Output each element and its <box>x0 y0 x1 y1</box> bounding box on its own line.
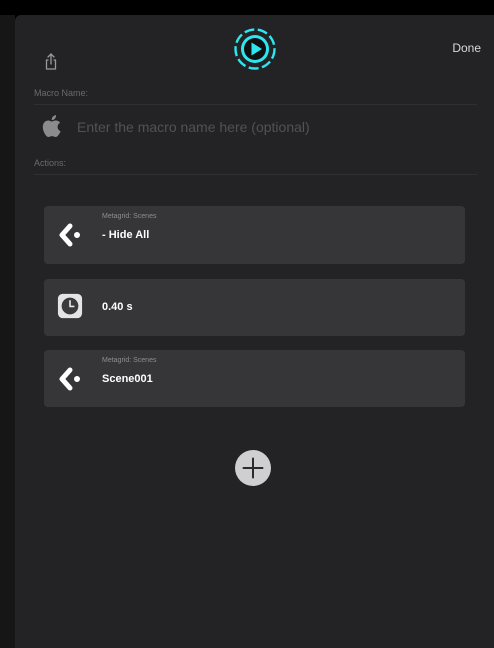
apple-logo-icon <box>42 115 61 137</box>
clock-icon <box>57 293 83 319</box>
action-subtitle: Metagrid: Scenes <box>102 357 157 364</box>
action-title: 0.40 s <box>102 301 133 313</box>
metagrid-icon <box>59 223 80 247</box>
divider <box>34 104 477 105</box>
share-button[interactable] <box>42 52 60 72</box>
action-item[interactable]: Metagrid: Scenes Scene001 <box>44 350 465 407</box>
macro-name-label: Macro Name: <box>34 88 89 98</box>
action-subtitle: Metagrid: Scenes <box>102 213 157 220</box>
share-icon <box>45 53 57 70</box>
run-macro-button[interactable] <box>233 27 277 71</box>
macro-name-input[interactable] <box>77 115 467 139</box>
macro-name-row <box>34 112 474 142</box>
add-action-button[interactable] <box>234 449 272 487</box>
play-circle-icon <box>234 28 276 70</box>
action-title: Scene001 <box>102 373 153 385</box>
action-title: - Hide All <box>102 229 150 241</box>
plus-circle-icon <box>235 450 271 486</box>
action-item[interactable]: Metagrid: Scenes - Hide All <box>44 206 465 264</box>
metagrid-icon <box>59 367 80 391</box>
done-button[interactable]: Done <box>452 41 481 55</box>
background-pane-edge <box>0 15 15 648</box>
action-item[interactable]: 0.40 s <box>44 279 465 336</box>
actions-label: Actions: <box>34 158 67 168</box>
divider <box>34 174 477 175</box>
macro-editor-sheet: Done Macro Name: Actions: Metagrid: Scen… <box>15 15 494 648</box>
